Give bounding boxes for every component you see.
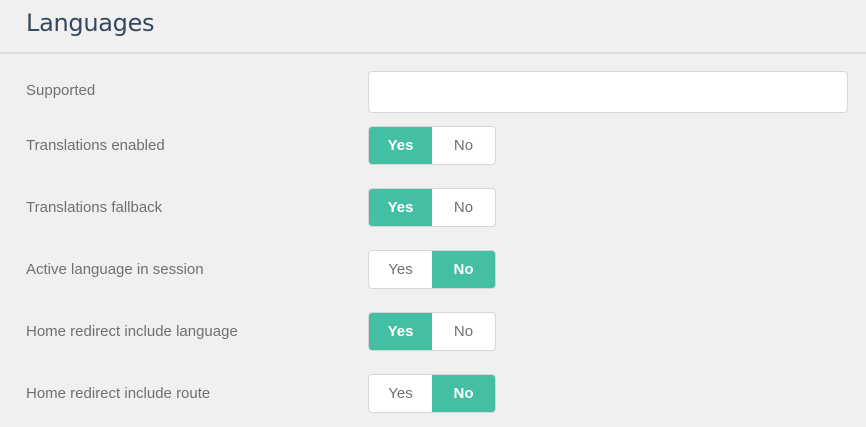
home-redirect-route-label: Home redirect include route (26, 385, 211, 402)
home-redirect-route-yes-button[interactable]: Yes (369, 375, 432, 412)
section-header: Languages (0, 0, 866, 54)
supported-input[interactable] (368, 71, 848, 113)
home-redirect-route-no-button[interactable]: No (432, 375, 495, 412)
translations-fallback-label: Translations fallback (26, 199, 163, 216)
translations-enabled-toggle: Yes No (368, 126, 496, 165)
translations-fallback-no-button[interactable]: No (432, 189, 495, 226)
translations-fallback-yes-button[interactable]: Yes (369, 189, 432, 226)
active-language-session-label: Active language in session (26, 261, 204, 278)
home-redirect-language-label: Home redirect include language (26, 323, 238, 340)
active-language-session-toggle: Yes No (368, 250, 496, 289)
translations-enabled-no-button[interactable]: No (432, 127, 495, 164)
active-language-session-no-button[interactable]: No (432, 251, 495, 288)
supported-label: Supported (26, 82, 96, 99)
home-redirect-language-toggle: Yes No (368, 312, 496, 351)
translations-enabled-yes-button[interactable]: Yes (369, 127, 432, 164)
home-redirect-language-no-button[interactable]: No (432, 313, 495, 350)
active-language-session-yes-button[interactable]: Yes (369, 251, 432, 288)
translations-enabled-label: Translations enabled (26, 137, 165, 154)
home-redirect-route-toggle: Yes No (368, 374, 496, 413)
page-title: Languages (26, 9, 155, 37)
translations-fallback-toggle: Yes No (368, 188, 496, 227)
home-redirect-language-yes-button[interactable]: Yes (369, 313, 432, 350)
